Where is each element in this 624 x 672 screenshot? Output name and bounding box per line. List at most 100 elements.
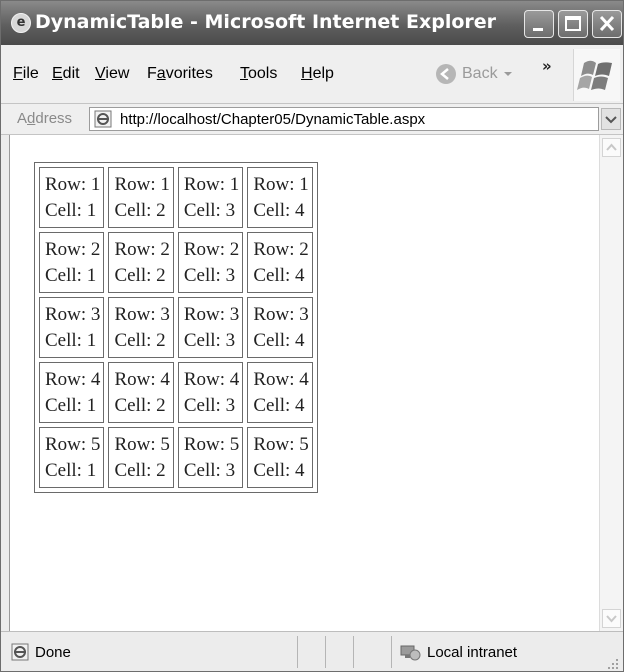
cell-row-label: Row: 5 bbox=[183, 434, 240, 455]
maximize-icon bbox=[565, 16, 581, 31]
table-cell: Row: 3 Cell: 2 bbox=[108, 297, 174, 358]
minimize-button[interactable] bbox=[524, 10, 554, 38]
table-row: Row: 2 Cell: 1 Row: 2 Cell: 2 Row: 2 Cell: 3 R… bbox=[39, 232, 313, 293]
address-label: Address bbox=[17, 110, 73, 127]
table-cell: Row: 4 Cell: 4 bbox=[247, 362, 313, 423]
scroll-up-button[interactable] bbox=[602, 138, 621, 157]
status-divider bbox=[391, 636, 392, 668]
cell-row-label: Row: 3 bbox=[183, 304, 240, 325]
page-icon bbox=[94, 110, 112, 128]
cell-row-label: Row: 3 bbox=[253, 304, 309, 325]
cell-cell-label: Cell: 2 bbox=[114, 395, 166, 416]
title-bar[interactable]: e DynamicTable - Microsoft Internet Expl… bbox=[1, 1, 623, 45]
cell-row-label: Row: 4 bbox=[114, 369, 170, 390]
status-divider bbox=[325, 636, 326, 668]
cell-row-label: Row: 2 bbox=[253, 239, 309, 260]
cell-row-label: Row: 3 bbox=[45, 304, 101, 325]
chevron-up-icon bbox=[606, 143, 617, 151]
cell-row-label: Row: 4 bbox=[253, 369, 309, 390]
cell-cell-label: Cell: 3 bbox=[183, 265, 236, 286]
page-content: Row: 1 Cell: 1 Row: 1 Cell: 2 Row: 1 Cell: 3R… bbox=[9, 135, 600, 631]
table-row: Row: 5 Cell: 1 Row: 5 Cell: 2 Row: 5 Cell: 3R… bbox=[39, 427, 313, 488]
menu-file[interactable]: File bbox=[13, 65, 39, 83]
maximize-button[interactable] bbox=[558, 10, 588, 38]
cell-cell-label: Cell: 4 bbox=[253, 200, 305, 221]
table-cell: Row: 5 Cell: 3 bbox=[177, 427, 244, 488]
cell-cell-label: Cell: 3 bbox=[183, 200, 236, 221]
local-intranet-icon bbox=[400, 645, 421, 661]
cell-row-label: Row: 2 bbox=[45, 239, 101, 260]
table-cell: Row: 5 Cell: 1 bbox=[39, 427, 105, 488]
address-url: http://localhost/Chapter05/DynamicTable.… bbox=[120, 111, 426, 128]
address-input[interactable]: http://localhost/Chapter05/DynamicTable.… bbox=[89, 107, 599, 131]
table-cell: Row: 2 Cell: 4 bbox=[247, 232, 313, 293]
status-text: Done bbox=[35, 644, 71, 661]
table-row: Row: 1 Cell: 1 Row: 1 Cell: 2 Row: 1 Cell: 3R… bbox=[39, 167, 313, 228]
table-cell: Row: 5 Cell: 2 bbox=[108, 427, 174, 488]
cell-row-label: Row: 4 bbox=[45, 369, 101, 390]
cell-cell-label: Cell: 1 bbox=[45, 330, 97, 351]
menu-help[interactable]: Help bbox=[301, 65, 334, 83]
cell-row-label: Row: 2 bbox=[114, 239, 170, 260]
menu-favorites[interactable]: Favorites bbox=[147, 65, 213, 83]
resize-grip-icon[interactable] bbox=[605, 656, 619, 670]
status-divider bbox=[297, 636, 298, 668]
cell-cell-label: Cell: 4 bbox=[253, 265, 305, 286]
cell-cell-label: Cell: 1 bbox=[45, 200, 97, 221]
cell-row-label: Row: 5 bbox=[114, 434, 170, 455]
table-cell: Row: 3 Cell: 3 bbox=[177, 297, 244, 358]
cell-cell-label: Cell: 2 bbox=[114, 265, 166, 286]
browser-window: e DynamicTable - Microsoft Internet Expl… bbox=[0, 0, 624, 672]
back-dropdown-icon[interactable] bbox=[503, 70, 512, 78]
table-cell: Row: 3 Cell: 1 bbox=[39, 297, 105, 358]
back-button[interactable]: Back bbox=[436, 62, 512, 86]
status-bar: Done Local intranet bbox=[1, 631, 623, 671]
address-dropdown-button[interactable] bbox=[601, 108, 621, 130]
table-row: Row: 4 Cell: 1 Row: 4 Cell: 2 Row: 4 Cell: 3R… bbox=[39, 362, 313, 423]
address-bar: Address http://localhost/Chapter05/Dynam… bbox=[1, 104, 623, 135]
close-icon bbox=[599, 15, 615, 32]
status-divider bbox=[353, 636, 354, 668]
menu-view[interactable]: View bbox=[95, 65, 129, 83]
table-cell: Row: 4 Cell: 1 bbox=[39, 362, 105, 423]
menu-bar: File Edit View Favorites Tools Help Back… bbox=[1, 45, 623, 104]
dynamic-table: Row: 1 Cell: 1 Row: 1 Cell: 2 Row: 1 Cell: 3R… bbox=[34, 162, 318, 493]
table-cell: Row: 2 Cell: 1 bbox=[39, 232, 105, 293]
vertical-scrollbar[interactable] bbox=[599, 135, 623, 631]
table-cell: Row: 1 Cell: 1 bbox=[39, 167, 105, 228]
cell-cell-label: Cell: 2 bbox=[114, 200, 166, 221]
back-arrow-icon bbox=[436, 64, 456, 84]
cell-cell-label: Cell: 1 bbox=[45, 395, 97, 416]
window-title: DynamicTable - Microsoft Internet Explor… bbox=[35, 11, 497, 33]
scroll-down-button[interactable] bbox=[602, 609, 621, 628]
menu-edit[interactable]: Edit bbox=[52, 65, 80, 83]
table-cell: Row: 2 Cell: 2 bbox=[108, 232, 174, 293]
menu-tools[interactable]: Tools bbox=[240, 65, 277, 83]
table-cell: Row: 1 Cell: 2 bbox=[108, 167, 174, 228]
close-button[interactable] bbox=[592, 10, 622, 38]
cell-cell-label: Cell: 1 bbox=[45, 460, 97, 481]
toolbar-overflow-button[interactable]: » bbox=[542, 57, 552, 75]
table-cell: Row: 1 Cell: 3 bbox=[177, 167, 244, 228]
cell-cell-label: Cell: 3 bbox=[183, 330, 236, 351]
table-row: Row: 3 Cell: 1 Row: 3 Cell: 2 Row: 3 Cell: 3R… bbox=[39, 297, 313, 358]
cell-cell-label: Cell: 2 bbox=[114, 330, 166, 351]
table-cell: Row: 4 Cell: 2 bbox=[108, 362, 174, 423]
minimize-icon bbox=[533, 28, 543, 31]
table-cell: Row: 1 Cell: 4 bbox=[247, 167, 313, 228]
security-zone: Local intranet bbox=[427, 644, 518, 661]
table-cell: Row: 5 Cell: 4 bbox=[247, 427, 313, 488]
windows-flag-icon bbox=[577, 60, 612, 90]
cell-row-label: Row: 5 bbox=[253, 434, 309, 455]
cell-cell-label: Cell: 4 bbox=[253, 330, 305, 351]
table-cell: Row: 4 Cell: 3 bbox=[177, 362, 244, 423]
windows-logo bbox=[573, 49, 620, 101]
cell-cell-label: Cell: 1 bbox=[45, 265, 97, 286]
page-icon bbox=[11, 643, 29, 661]
cell-cell-label: Cell: 3 bbox=[183, 460, 236, 481]
ie-icon: e bbox=[11, 13, 31, 33]
cell-row-label: Row: 3 bbox=[114, 304, 170, 325]
cell-cell-label: Cell: 4 bbox=[253, 395, 305, 416]
cell-cell-label: Cell: 3 bbox=[183, 395, 236, 416]
cell-row-label: Row: 4 bbox=[183, 369, 240, 390]
